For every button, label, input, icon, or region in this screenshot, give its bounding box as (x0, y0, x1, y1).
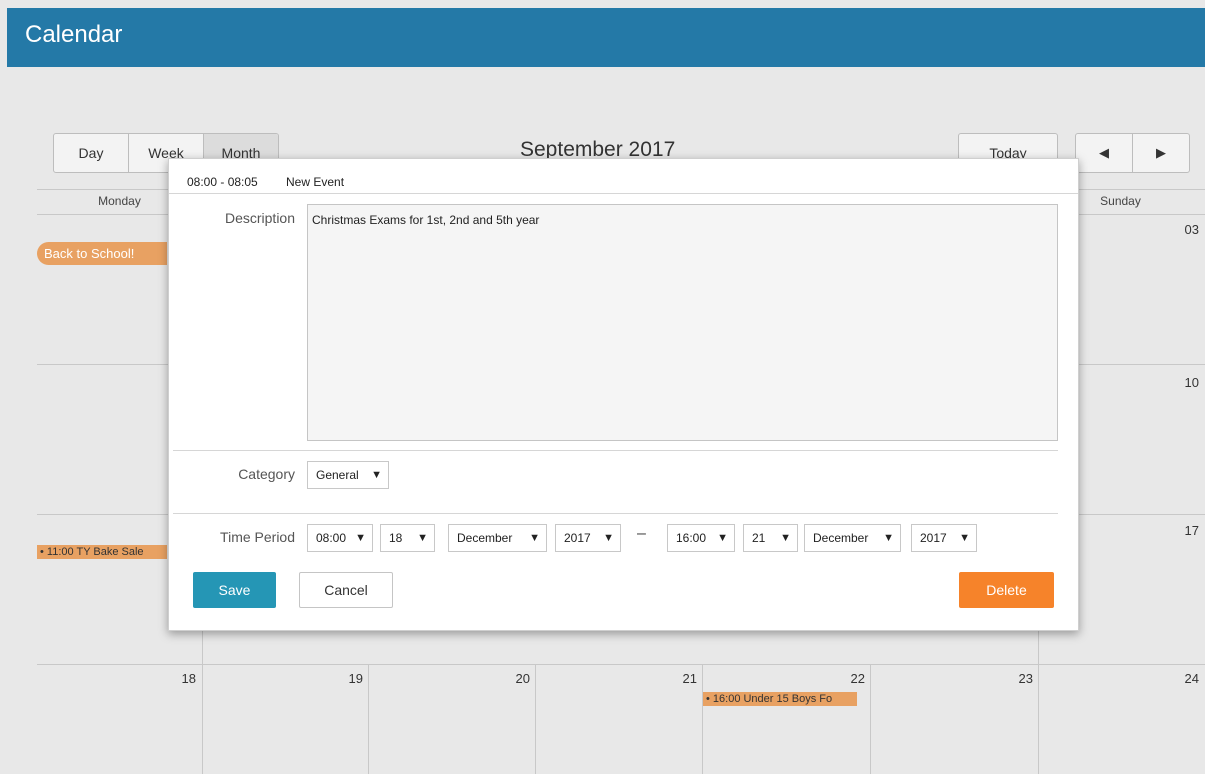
description-label: Description (224, 210, 295, 226)
event-dialog: 08:00 - 08:05 New Event Description Chri… (168, 158, 1079, 631)
category-select[interactable]: General ▼ (307, 461, 389, 489)
dropdown-arrow-icon: ▼ (355, 532, 366, 544)
end-year-select[interactable]: 2017 ▼ (911, 524, 977, 552)
day-number[interactable]: 22 (835, 671, 865, 686)
dropdown-arrow-icon: ▼ (417, 532, 428, 544)
dropdown-arrow-icon: ▼ (780, 532, 791, 544)
category-value: General (316, 468, 359, 482)
end-month-select[interactable]: December ▼ (804, 524, 901, 552)
divider (173, 513, 1058, 514)
app-title: Calendar (25, 21, 123, 48)
dropdown-arrow-icon: ▼ (603, 532, 614, 544)
dropdown-arrow-icon: ▼ (371, 469, 382, 481)
day-number[interactable]: 17 (1169, 523, 1199, 538)
nav-buttons: ◀ ▶ (1075, 133, 1190, 173)
dropdown-arrow-icon: ▼ (959, 532, 970, 544)
grid-line (368, 664, 369, 774)
event-boys-fixture[interactable]: • 16:00 Under 15 Boys Fo (703, 692, 857, 706)
dropdown-arrow-icon: ▼ (529, 532, 540, 544)
save-button[interactable]: Save (193, 572, 276, 608)
day-number[interactable]: 20 (500, 671, 530, 686)
start-time-value: 08:00 (316, 531, 347, 545)
start-month-select[interactable]: December ▼ (448, 524, 547, 552)
divider (173, 450, 1058, 451)
start-day-value: 18 (389, 531, 403, 545)
end-time-value: 16:00 (676, 531, 707, 545)
grid-line (535, 664, 536, 774)
next-arrow-icon[interactable]: ▶ (1133, 134, 1189, 172)
end-day-select[interactable]: 21 ▼ (743, 524, 798, 552)
cancel-button[interactable]: Cancel (299, 572, 393, 608)
day-number[interactable]: 03 (1169, 222, 1199, 237)
day-number[interactable]: 10 (1169, 375, 1199, 390)
grid-line (870, 664, 871, 774)
prev-arrow-icon[interactable]: ◀ (1076, 134, 1133, 172)
day-number[interactable]: 19 (333, 671, 363, 686)
end-month-value: December (813, 531, 869, 545)
day-number[interactable]: 23 (1003, 671, 1033, 686)
dropdown-arrow-icon: ▼ (883, 532, 894, 544)
event-time-range: 08:00 - 08:05 (187, 175, 258, 189)
end-time-select[interactable]: 16:00 ▼ (667, 524, 735, 552)
start-day-select[interactable]: 18 ▼ (380, 524, 435, 552)
description-textarea[interactable]: Christmas Exams for 1st, 2nd and 5th yea… (307, 204, 1058, 441)
app-header: Calendar (7, 8, 1205, 67)
dialog-header: 08:00 - 08:05 New Event (169, 159, 1078, 194)
time-period-label: Time Period (220, 529, 295, 545)
grid-line (702, 664, 703, 774)
end-year-value: 2017 (920, 531, 947, 545)
range-separator: – (637, 525, 646, 542)
day-number[interactable]: 18 (166, 671, 196, 686)
view-day-button[interactable]: Day (54, 134, 129, 172)
grid-line (37, 664, 1205, 665)
category-label: Category (238, 466, 295, 482)
event-bake-sale[interactable]: • 11:00 TY Bake Sale (37, 545, 167, 559)
end-day-value: 21 (752, 531, 766, 545)
delete-button[interactable]: Delete (959, 572, 1054, 608)
event-back-to-school[interactable]: Back to School! (37, 242, 167, 265)
start-year-select[interactable]: 2017 ▼ (555, 524, 621, 552)
day-number[interactable]: 24 (1169, 671, 1199, 686)
start-year-value: 2017 (564, 531, 591, 545)
dropdown-arrow-icon: ▼ (717, 532, 728, 544)
start-time-select[interactable]: 08:00 ▼ (307, 524, 373, 552)
day-number[interactable]: 21 (667, 671, 697, 686)
start-month-value: December (457, 531, 513, 545)
event-title: New Event (286, 175, 345, 189)
